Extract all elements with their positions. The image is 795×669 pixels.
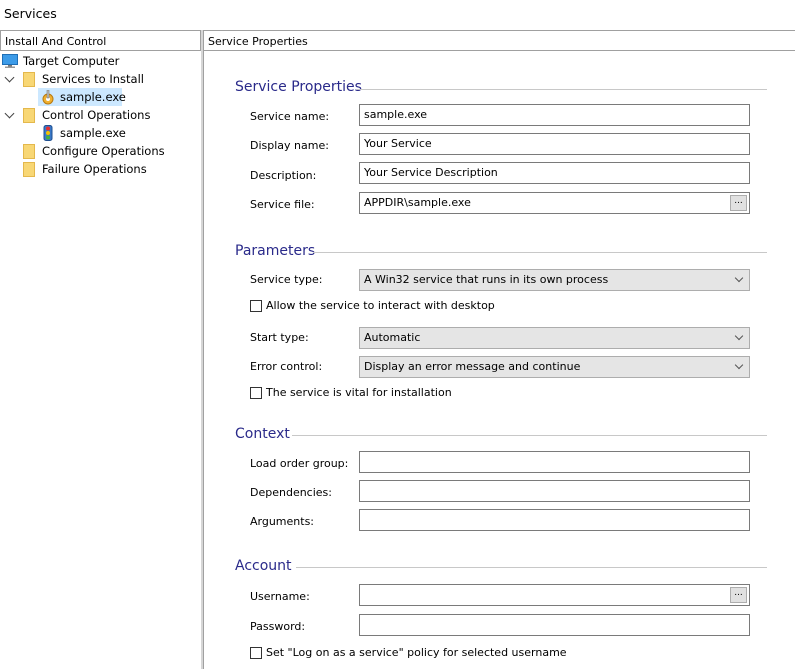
tree-item-label: Configure Operations xyxy=(42,144,165,158)
arguments-input[interactable] xyxy=(359,509,750,531)
tree-item-services-to-install[interactable]: Services to Install xyxy=(0,70,200,88)
logon-policy-checkbox[interactable] xyxy=(250,647,262,659)
start-type-label: Start type: xyxy=(250,331,309,344)
load-order-group-label: Load order group: xyxy=(250,457,349,470)
tree-item-control-operations[interactable]: Control Operations xyxy=(0,106,200,124)
chevron-down-icon xyxy=(734,360,744,370)
service-type-value: A Win32 service that runs in its own pro… xyxy=(364,273,609,286)
password-input[interactable] xyxy=(359,614,750,636)
display-name-label: Display name: xyxy=(250,139,329,152)
start-type-select[interactable]: Automatic xyxy=(359,327,750,349)
section-divider xyxy=(357,89,767,90)
tree-item-failure-operations[interactable]: Failure Operations xyxy=(0,160,200,178)
error-control-label: Error control: xyxy=(250,360,323,373)
folder-icon xyxy=(23,162,35,177)
section-title-service-properties: Service Properties xyxy=(235,79,362,95)
folder-icon xyxy=(23,72,35,87)
traffic-light-icon xyxy=(41,125,55,141)
tree-item-label: sample.exe xyxy=(60,126,126,140)
service-file-label: Service file: xyxy=(250,198,315,211)
right-pane-header: Service Properties xyxy=(204,30,795,51)
load-order-group-input[interactable] xyxy=(359,451,750,473)
service-name-input[interactable]: sample.exe xyxy=(359,104,750,126)
interact-desktop-label: Allow the service to interact with deskt… xyxy=(266,299,495,312)
tree-item-target-computer[interactable]: Target Computer xyxy=(0,52,200,70)
dependencies-input[interactable] xyxy=(359,480,750,502)
tree-item-label: Control Operations xyxy=(42,108,151,122)
section-divider xyxy=(296,567,767,568)
tree-item-label: sample.exe xyxy=(60,90,126,104)
section-divider xyxy=(313,252,767,253)
service-type-select[interactable]: A Win32 service that runs in its own pro… xyxy=(359,269,750,291)
interact-desktop-checkbox[interactable] xyxy=(250,300,262,312)
window-title: Services xyxy=(4,6,57,21)
tree-item-sample-exe-control[interactable]: sample.exe xyxy=(38,124,138,142)
section-divider xyxy=(292,435,767,436)
section-title-account: Account xyxy=(235,558,292,574)
display-name-input[interactable]: Your Service xyxy=(359,133,750,155)
install-control-pane: Install And Control Target Computer Serv… xyxy=(0,30,203,669)
error-control-value: Display an error message and continue xyxy=(364,360,581,373)
arguments-label: Arguments: xyxy=(250,515,315,528)
username-input[interactable]: ... xyxy=(359,584,750,606)
vital-checkbox[interactable] xyxy=(250,387,262,399)
display-name-value: Your Service xyxy=(364,137,432,150)
chevron-down-icon[interactable] xyxy=(4,72,15,83)
password-label: Password: xyxy=(250,620,306,633)
chevron-down-icon xyxy=(734,273,744,283)
folder-icon xyxy=(23,144,35,159)
logon-policy-label: Set "Log on as a service" policy for sel… xyxy=(266,646,567,659)
tree-item-label: Failure Operations xyxy=(42,162,147,176)
description-value: Your Service Description xyxy=(364,166,498,179)
start-type-value: Automatic xyxy=(364,331,421,344)
service-properties-pane: Service Properties Service Properties Se… xyxy=(203,30,795,669)
chevron-down-icon[interactable] xyxy=(4,108,15,119)
error-control-select[interactable]: Display an error message and continue xyxy=(359,356,750,378)
username-label: Username: xyxy=(250,590,310,603)
service-file-browse-button[interactable]: ... xyxy=(730,195,747,211)
service-type-label: Service type: xyxy=(250,273,323,286)
folder-icon xyxy=(23,108,35,123)
username-browse-button[interactable]: ... xyxy=(730,587,747,603)
left-pane-header: Install And Control xyxy=(0,30,201,51)
section-title-context: Context xyxy=(235,426,290,442)
tree-item-label: Target Computer xyxy=(23,54,120,68)
section-title-parameters: Parameters xyxy=(235,243,316,259)
computer-icon xyxy=(2,54,18,68)
service-file-value: APPDIR\sample.exe xyxy=(364,196,471,209)
service-name-label: Service name: xyxy=(250,110,330,123)
tree-item-configure-operations[interactable]: Configure Operations xyxy=(0,142,200,160)
service-gear-icon xyxy=(40,89,56,105)
dependencies-label: Dependencies: xyxy=(250,486,332,499)
description-label: Description: xyxy=(250,169,317,182)
vital-label: The service is vital for installation xyxy=(266,386,452,399)
service-name-value: sample.exe xyxy=(364,108,428,121)
tree-item-sample-exe-install[interactable]: sample.exe xyxy=(38,88,126,106)
chevron-down-icon xyxy=(734,331,744,341)
tree-item-label: Services to Install xyxy=(42,72,144,86)
service-file-input[interactable]: APPDIR\sample.exe ... xyxy=(359,192,750,214)
description-input[interactable]: Your Service Description xyxy=(359,162,750,184)
